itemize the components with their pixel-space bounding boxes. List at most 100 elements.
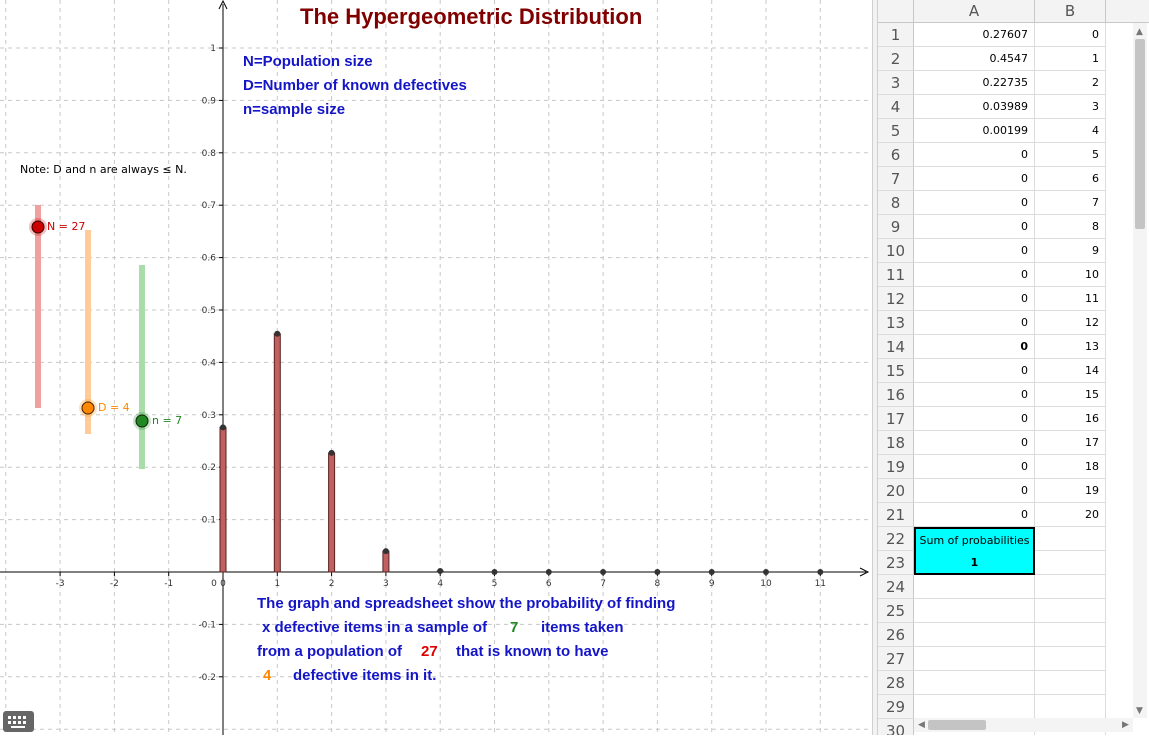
- row-header[interactable]: 15: [878, 359, 914, 383]
- cell-B[interactable]: 17: [1035, 431, 1106, 455]
- cell-A[interactable]: 0: [914, 431, 1035, 455]
- cell-B[interactable]: [1035, 575, 1106, 599]
- cell-A[interactable]: 0.00199: [914, 119, 1035, 143]
- cell-B[interactable]: 20: [1035, 503, 1106, 527]
- row-header[interactable]: 28: [878, 671, 914, 695]
- cell-B[interactable]: 14: [1035, 359, 1106, 383]
- row-header[interactable]: 30: [878, 719, 914, 735]
- row-header[interactable]: 26: [878, 623, 914, 647]
- row-header[interactable]: 6: [878, 143, 914, 167]
- cell-A[interactable]: 0.27607: [914, 23, 1035, 47]
- row-header[interactable]: 1: [878, 23, 914, 47]
- cell-A[interactable]: 0: [914, 407, 1035, 431]
- cell-A[interactable]: 0.03989: [914, 95, 1035, 119]
- cell-A[interactable]: 0: [914, 215, 1035, 239]
- horizontal-scroll-thumb[interactable]: [928, 720, 986, 730]
- cell-B[interactable]: 19: [1035, 479, 1106, 503]
- row-header[interactable]: 18: [878, 431, 914, 455]
- row-header[interactable]: 16: [878, 383, 914, 407]
- cell-A[interactable]: [914, 575, 1035, 599]
- cell-B[interactable]: 1: [1035, 47, 1106, 71]
- sum-cell[interactable]: Sum of probabilities: [914, 527, 1035, 551]
- horizontal-scrollbar[interactable]: [914, 718, 1133, 732]
- row-header[interactable]: 2: [878, 47, 914, 71]
- cell-A[interactable]: 0: [914, 479, 1035, 503]
- scroll-up-arrow-icon[interactable]: ▲: [1136, 27, 1143, 37]
- row-header[interactable]: 13: [878, 311, 914, 335]
- keyboard-icon[interactable]: [3, 711, 34, 732]
- cell-B[interactable]: [1035, 695, 1106, 719]
- cell-B[interactable]: [1035, 599, 1106, 623]
- cell-B[interactable]: 4: [1035, 119, 1106, 143]
- cell-B[interactable]: 12: [1035, 311, 1106, 335]
- row-header[interactable]: 21: [878, 503, 914, 527]
- scroll-right-arrow-icon[interactable]: ▶: [1122, 720, 1129, 730]
- cell-B[interactable]: 11: [1035, 287, 1106, 311]
- row-header[interactable]: 22: [878, 527, 914, 551]
- cell-B[interactable]: 6: [1035, 167, 1106, 191]
- cell-A[interactable]: 0: [914, 287, 1035, 311]
- cell-A[interactable]: [914, 671, 1035, 695]
- cell-A[interactable]: 0: [914, 239, 1035, 263]
- cell-A[interactable]: 0: [914, 167, 1035, 191]
- vertical-scroll-thumb[interactable]: [1135, 39, 1145, 229]
- cell-B[interactable]: 16: [1035, 407, 1106, 431]
- cell-B[interactable]: [1035, 623, 1106, 647]
- row-header[interactable]: 24: [878, 575, 914, 599]
- cell-A[interactable]: 0: [914, 359, 1035, 383]
- row-header[interactable]: 8: [878, 191, 914, 215]
- cell-B[interactable]: [1035, 527, 1106, 551]
- cell-B[interactable]: 15: [1035, 383, 1106, 407]
- cell-B[interactable]: 3: [1035, 95, 1106, 119]
- cell-A[interactable]: [914, 623, 1035, 647]
- cell-A[interactable]: 0: [914, 263, 1035, 287]
- scroll-left-arrow-icon[interactable]: ◀: [918, 720, 925, 730]
- row-header[interactable]: 23: [878, 551, 914, 575]
- row-header[interactable]: 19: [878, 455, 914, 479]
- graphics-view[interactable]: -3 -2 -1 0 1 2 3 4 5 6 7 8 9 10 11 0 -0.2 -0.1 0.1 0.2 0.3 0.…: [0, 0, 872, 735]
- row-header[interactable]: 14: [878, 335, 914, 359]
- column-header-B[interactable]: B: [1035, 0, 1106, 23]
- row-header[interactable]: 7: [878, 167, 914, 191]
- row-header[interactable]: 4: [878, 95, 914, 119]
- cell-B[interactable]: 18: [1035, 455, 1106, 479]
- row-header[interactable]: 20: [878, 479, 914, 503]
- row-header[interactable]: 12: [878, 287, 914, 311]
- cell-B[interactable]: [1035, 647, 1106, 671]
- cell-B[interactable]: 10: [1035, 263, 1106, 287]
- cell-B[interactable]: 0: [1035, 23, 1106, 47]
- row-header[interactable]: 11: [878, 263, 914, 287]
- vertical-scrollbar[interactable]: [1133, 23, 1147, 718]
- scroll-down-arrow-icon[interactable]: ▼: [1136, 706, 1143, 716]
- cell-A[interactable]: 0.4547: [914, 47, 1035, 71]
- cell-B[interactable]: 13: [1035, 335, 1106, 359]
- cell-A[interactable]: [914, 647, 1035, 671]
- row-header[interactable]: 29: [878, 695, 914, 719]
- cell-B[interactable]: [1035, 551, 1106, 575]
- spreadsheet-view[interactable]: A B 1 0.27607 0 2 0.4547 1 3 0.22735 2 4 0.03989 3 5…: [878, 0, 1149, 735]
- cell-A[interactable]: 0: [914, 311, 1035, 335]
- cell-A[interactable]: [914, 695, 1035, 719]
- sum-cell[interactable]: 1: [914, 551, 1035, 575]
- row-header[interactable]: 9: [878, 215, 914, 239]
- cell-B[interactable]: 8: [1035, 215, 1106, 239]
- row-header[interactable]: 5: [878, 119, 914, 143]
- cell-A[interactable]: [914, 599, 1035, 623]
- cell-A[interactable]: 0: [914, 335, 1035, 359]
- cell-B[interactable]: 9: [1035, 239, 1106, 263]
- cell-B[interactable]: 7: [1035, 191, 1106, 215]
- cell-A[interactable]: 0: [914, 383, 1035, 407]
- cell-A[interactable]: 0: [914, 191, 1035, 215]
- row-header[interactable]: 17: [878, 407, 914, 431]
- row-header[interactable]: 25: [878, 599, 914, 623]
- cell-A[interactable]: 0: [914, 455, 1035, 479]
- row-header[interactable]: 3: [878, 71, 914, 95]
- cell-A[interactable]: 0: [914, 503, 1035, 527]
- cell-B[interactable]: [1035, 671, 1106, 695]
- cell-A[interactable]: 0: [914, 143, 1035, 167]
- column-header-A[interactable]: A: [914, 0, 1035, 23]
- cell-A[interactable]: 0.22735: [914, 71, 1035, 95]
- row-header[interactable]: 10: [878, 239, 914, 263]
- row-header[interactable]: 27: [878, 647, 914, 671]
- cell-B[interactable]: 5: [1035, 143, 1106, 167]
